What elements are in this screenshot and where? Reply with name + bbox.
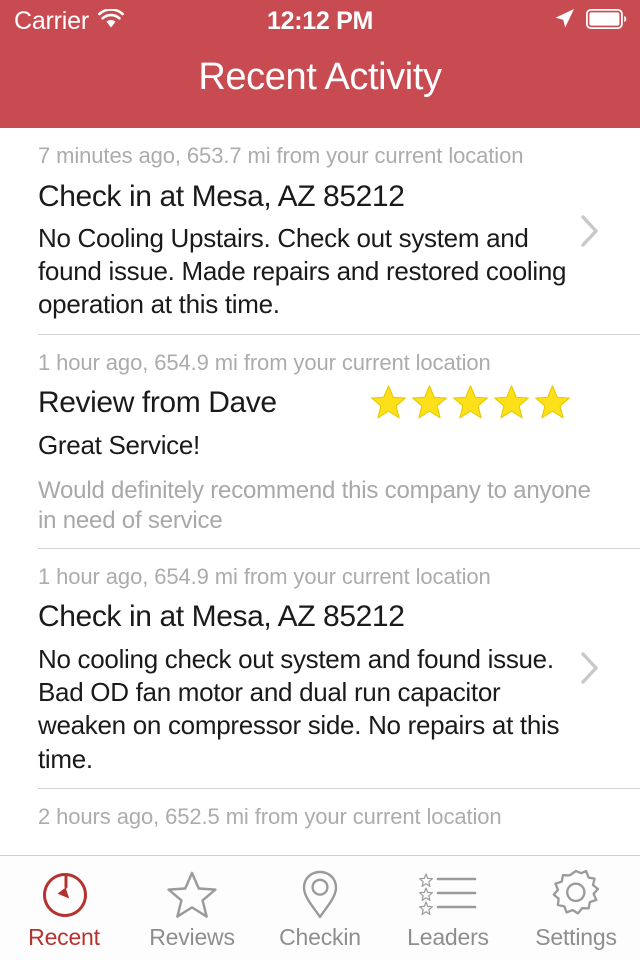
tab-label: Checkin xyxy=(279,924,361,950)
page-title: Recent Activity xyxy=(198,56,442,98)
tab-leaders[interactable]: Leaders xyxy=(384,856,512,960)
tab-checkin[interactable]: Checkin xyxy=(256,856,384,960)
star-icon xyxy=(369,383,408,426)
map-pin-icon xyxy=(298,868,342,922)
activity-title: Check in at Mesa, AZ 85212 xyxy=(38,179,405,213)
star-icon xyxy=(533,383,572,426)
tab-label: Recent xyxy=(28,924,100,950)
nav-bar: Recent Activity xyxy=(0,42,640,128)
status-bar: Carrier 12:12 PM xyxy=(0,0,640,42)
activity-meta: 2 hours ago, 652.5 mi from your current … xyxy=(38,803,502,829)
tab-label: Reviews xyxy=(149,924,235,950)
activity-subtext: Would definitely recommend this company … xyxy=(38,476,591,534)
star-icon xyxy=(164,868,220,922)
chevron-right-icon[interactable] xyxy=(580,651,600,685)
status-bar-right xyxy=(551,6,627,37)
activity-body: No cooling check out system and found is… xyxy=(38,643,560,774)
activity-meta: 1 hour ago, 654.9 mi from your current l… xyxy=(38,563,491,589)
activity-title: Check in at Mesa, AZ 85212 xyxy=(38,600,405,634)
tab-label: Leaders xyxy=(407,924,489,950)
star-rating xyxy=(369,383,572,426)
tab-bar: Recent Reviews Checkin Leaders Settings xyxy=(0,855,640,960)
star-icon xyxy=(451,383,490,426)
tab-settings[interactable]: Settings xyxy=(512,856,640,960)
activity-row[interactable]: 1 hour ago, 654.9 mi from your current l… xyxy=(38,549,640,789)
gear-icon xyxy=(548,868,604,922)
activity-meta: 7 minutes ago, 653.7 mi from your curren… xyxy=(38,143,524,168)
timer-icon xyxy=(36,868,92,922)
activity-body: Great Service! xyxy=(38,429,200,460)
star-icon xyxy=(410,383,449,426)
activity-row[interactable]: 1 hour ago, 654.9 mi from your current l… xyxy=(38,335,640,549)
battery-full-icon xyxy=(585,8,627,34)
activity-title: Review from Dave xyxy=(38,386,277,420)
chevron-right-icon[interactable] xyxy=(580,214,600,248)
activity-row[interactable]: 2 hours ago, 652.5 mi from your current … xyxy=(38,789,640,852)
tab-reviews[interactable]: Reviews xyxy=(128,856,256,960)
star-list-icon xyxy=(417,868,479,922)
tab-label: Settings xyxy=(535,924,617,950)
app-screen: Carrier 12:12 PM Recent Activity 7 minut… xyxy=(0,0,640,960)
tab-recent[interactable]: Recent xyxy=(0,856,128,960)
location-arrow-icon xyxy=(551,6,577,37)
activity-row[interactable]: 7 minutes ago, 653.7 mi from your curren… xyxy=(38,128,640,335)
star-icon xyxy=(492,383,531,426)
activity-body: No Cooling Upstairs. Check out system an… xyxy=(38,222,567,320)
status-bar-clock: 12:12 PM xyxy=(267,6,373,35)
activity-list[interactable]: 7 minutes ago, 653.7 mi from your curren… xyxy=(0,128,640,855)
activity-meta: 1 hour ago, 654.9 mi from your current l… xyxy=(38,349,491,375)
